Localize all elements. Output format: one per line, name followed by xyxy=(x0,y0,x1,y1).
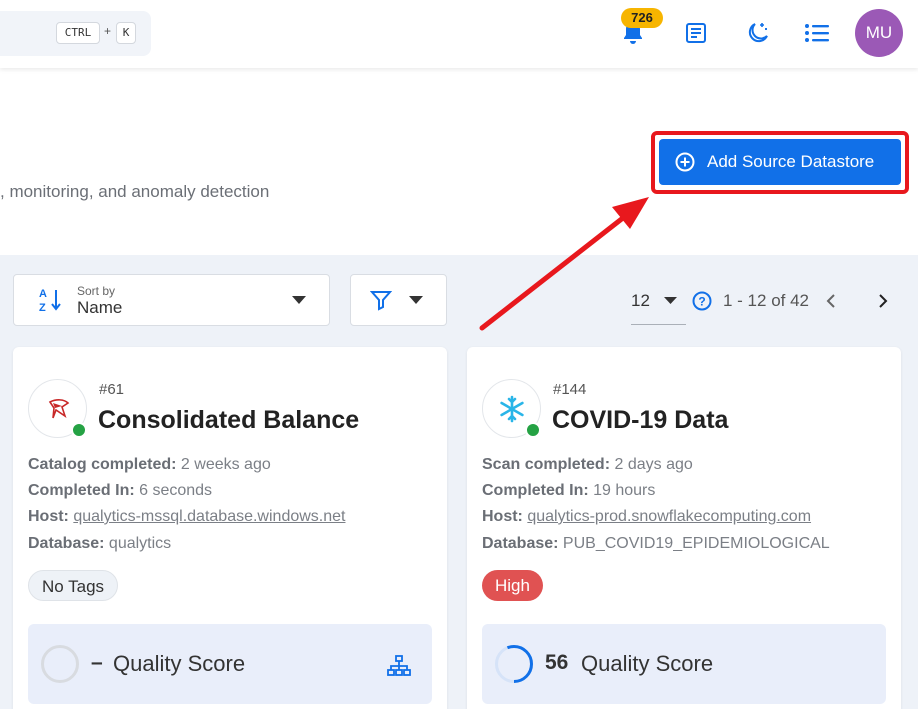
shortcut-key-k: K xyxy=(116,22,136,44)
svg-text:Z: Z xyxy=(39,302,46,314)
host-link[interactable]: qualytics-prod.snowflakecomputing.com xyxy=(527,508,811,525)
user-avatar[interactable]: MU xyxy=(855,9,903,57)
page-subtitle: , monitoring, and anomaly detection xyxy=(0,182,270,201)
list-icon xyxy=(805,24,829,42)
info-value: 2 weeks ago xyxy=(176,456,271,473)
info-key: Host: xyxy=(482,508,523,525)
info-key: Host: xyxy=(28,508,69,525)
shortcut-plus: + xyxy=(104,24,112,38)
info-value: 19 hours xyxy=(588,482,656,499)
card-last-activity: Scan completed: 2 days ago xyxy=(482,456,693,474)
tag-chip[interactable]: No Tags xyxy=(28,570,119,601)
filter-icon xyxy=(370,291,392,311)
per-page-underline xyxy=(631,324,686,325)
sort-label: Sort by xyxy=(77,284,116,298)
sort-value: Name xyxy=(77,298,123,317)
info-key: Scan completed: xyxy=(482,456,611,473)
chevron-down-icon xyxy=(664,297,677,304)
card-host: Host: qualytics-mssql.database.windows.n… xyxy=(28,508,345,526)
help-icon[interactable]: ? xyxy=(692,291,712,311)
info-key: Database: xyxy=(28,535,105,552)
snowflake-icon xyxy=(500,395,524,423)
docs-button[interactable] xyxy=(680,17,712,49)
svg-text:?: ? xyxy=(698,295,705,309)
card-id: #61 xyxy=(99,381,125,398)
card-id: #144 xyxy=(553,381,587,398)
svg-text:A: A xyxy=(39,288,47,300)
top-bar: CTRL + K 726 MU xyxy=(0,0,918,68)
status-indicator xyxy=(525,422,541,438)
card-title[interactable]: Consolidated Balance xyxy=(98,406,359,435)
card-duration: Completed In: 6 seconds xyxy=(28,482,212,500)
host-link[interactable]: qualytics-mssql.database.windows.net xyxy=(73,508,345,525)
card-last-activity: Catalog completed: 2 weeks ago xyxy=(28,456,271,474)
pagination-range: 1 - 12 of 42 xyxy=(723,291,810,310)
sort-az-icon: A Z xyxy=(39,288,61,314)
info-value: PUB_COVID19_EPIDEMIOLOGICAL xyxy=(558,535,830,552)
card-duration: Completed In: 19 hours xyxy=(482,482,655,500)
info-value: qualytics xyxy=(104,535,172,552)
shortcut-key-ctrl: CTRL xyxy=(56,22,100,44)
card-database: Database: qualytics xyxy=(28,535,171,553)
add-button-label: Add Source Datastore xyxy=(707,152,875,171)
hierarchy-icon[interactable] xyxy=(387,655,411,677)
chevron-right-icon[interactable] xyxy=(877,293,889,309)
card-host: Host: qualytics-prod.snowflakecomputing.… xyxy=(482,508,811,526)
status-indicator xyxy=(71,422,87,438)
tag-chip[interactable]: High xyxy=(482,570,543,601)
info-key: Completed In: xyxy=(28,482,135,499)
chevron-left-icon[interactable] xyxy=(825,293,837,309)
add-source-datastore-button[interactable]: Add Source Datastore xyxy=(659,139,901,185)
card-database: Database: PUB_COVID19_EPIDEMIOLOGICAL xyxy=(482,535,830,553)
filter-button[interactable] xyxy=(350,274,447,326)
menu-list-button[interactable] xyxy=(801,17,833,49)
quality-score-value: – xyxy=(91,651,103,674)
card-title[interactable]: COVID-19 Data xyxy=(552,406,728,435)
moon-icon xyxy=(748,23,768,43)
notification-count-badge: 726 xyxy=(621,8,663,28)
score-ring xyxy=(495,645,533,683)
info-value: 2 days ago xyxy=(610,456,693,473)
quality-score-label: Quality Score xyxy=(113,651,246,676)
info-key: Completed In: xyxy=(482,482,589,499)
quality-score-value: 56 xyxy=(545,651,569,674)
info-key: Catalog completed: xyxy=(28,456,177,473)
info-key: Database: xyxy=(482,535,559,552)
score-ring xyxy=(41,645,79,683)
chevron-down-icon xyxy=(292,296,306,304)
sql-server-icon xyxy=(48,399,70,419)
plus-circle-icon xyxy=(675,152,695,172)
quality-score-label: Quality Score xyxy=(581,651,714,676)
document-icon xyxy=(686,23,706,43)
theme-toggle-button[interactable] xyxy=(742,17,774,49)
chevron-down-icon xyxy=(409,296,423,304)
per-page-select[interactable]: 12 xyxy=(631,291,650,311)
info-value: 6 seconds xyxy=(134,482,213,499)
